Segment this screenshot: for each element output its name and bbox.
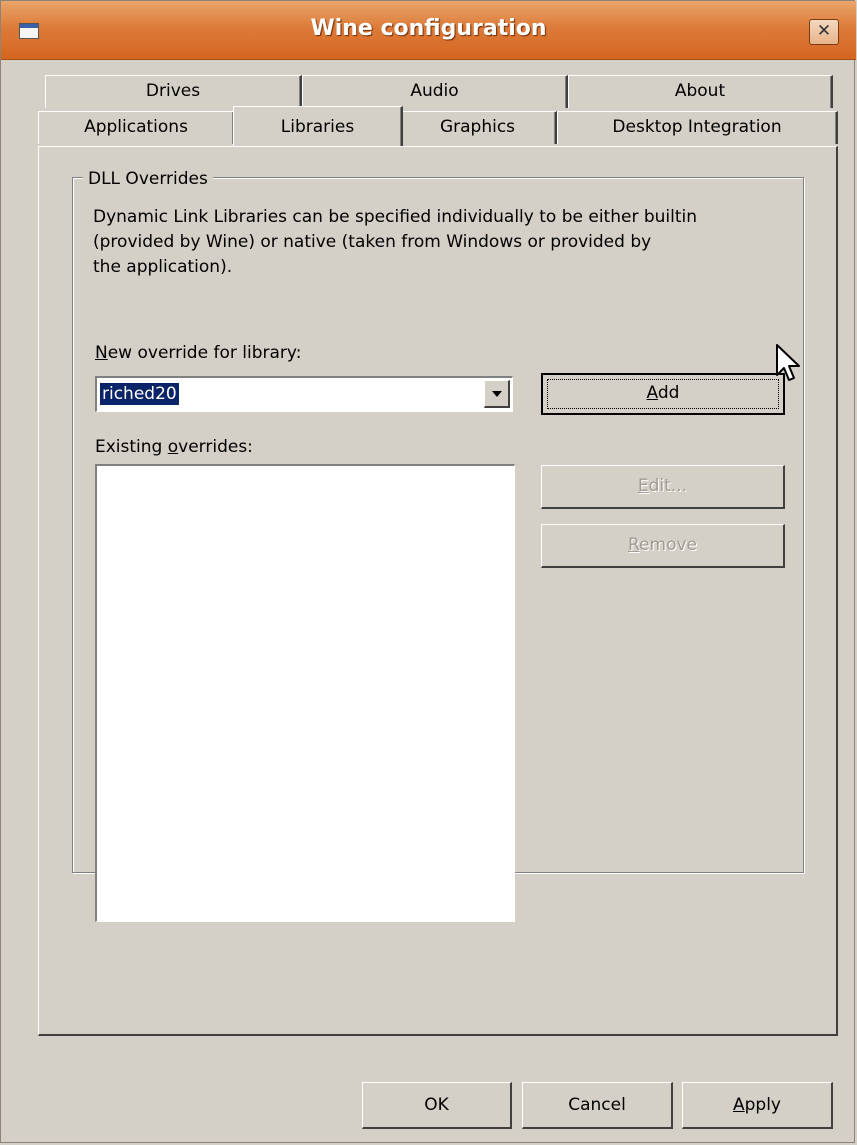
dropdown-arrow-icon[interactable]: [484, 380, 510, 408]
window-title: Wine configuration: [310, 16, 547, 41]
tab-graphics[interactable]: Graphics: [399, 111, 557, 144]
close-icon[interactable]: ✕: [809, 19, 839, 45]
tab-about[interactable]: About: [568, 75, 833, 108]
existing-overrides-label: Existing overrides:: [95, 437, 253, 457]
group-label: DLL Overrides: [83, 169, 213, 189]
wine-config-window: Wine configuration ✕ Drives Audio About …: [0, 0, 856, 1143]
tab-applications[interactable]: Applications: [38, 111, 235, 144]
existing-overrides-list[interactable]: [95, 464, 515, 922]
description-line: (provided by Wine) or native (taken from…: [93, 232, 652, 252]
tab-audio[interactable]: Audio: [302, 75, 568, 108]
tab-drives[interactable]: Drives: [45, 75, 302, 108]
cancel-button[interactable]: Cancel: [522, 1082, 673, 1129]
description-line: the application).: [93, 257, 233, 277]
mouse-cursor-icon: [776, 344, 800, 381]
dll-description: Dynamic Link Libraries can be specified …: [93, 205, 783, 280]
tab-libraries[interactable]: Libraries: [233, 106, 403, 146]
library-combobox[interactable]: riched20: [95, 376, 513, 412]
focus-rect: [547, 379, 779, 409]
add-button[interactable]: Add: [541, 373, 785, 415]
title-bar[interactable]: Wine configuration ✕: [1, 1, 856, 60]
new-override-label: New override for library:: [95, 343, 302, 363]
description-line: Dynamic Link Libraries can be specified …: [93, 207, 698, 227]
libraries-panel: DLL Overrides Dynamic Link Libraries can…: [38, 146, 838, 1036]
tab-desktop-integration[interactable]: Desktop Integration: [557, 111, 838, 144]
edit-button[interactable]: Edit...: [541, 465, 785, 509]
ok-button[interactable]: OK: [362, 1082, 512, 1129]
apply-button[interactable]: Apply: [682, 1082, 833, 1129]
remove-button[interactable]: Remove: [541, 524, 785, 568]
library-combobox-value[interactable]: riched20: [100, 383, 179, 405]
